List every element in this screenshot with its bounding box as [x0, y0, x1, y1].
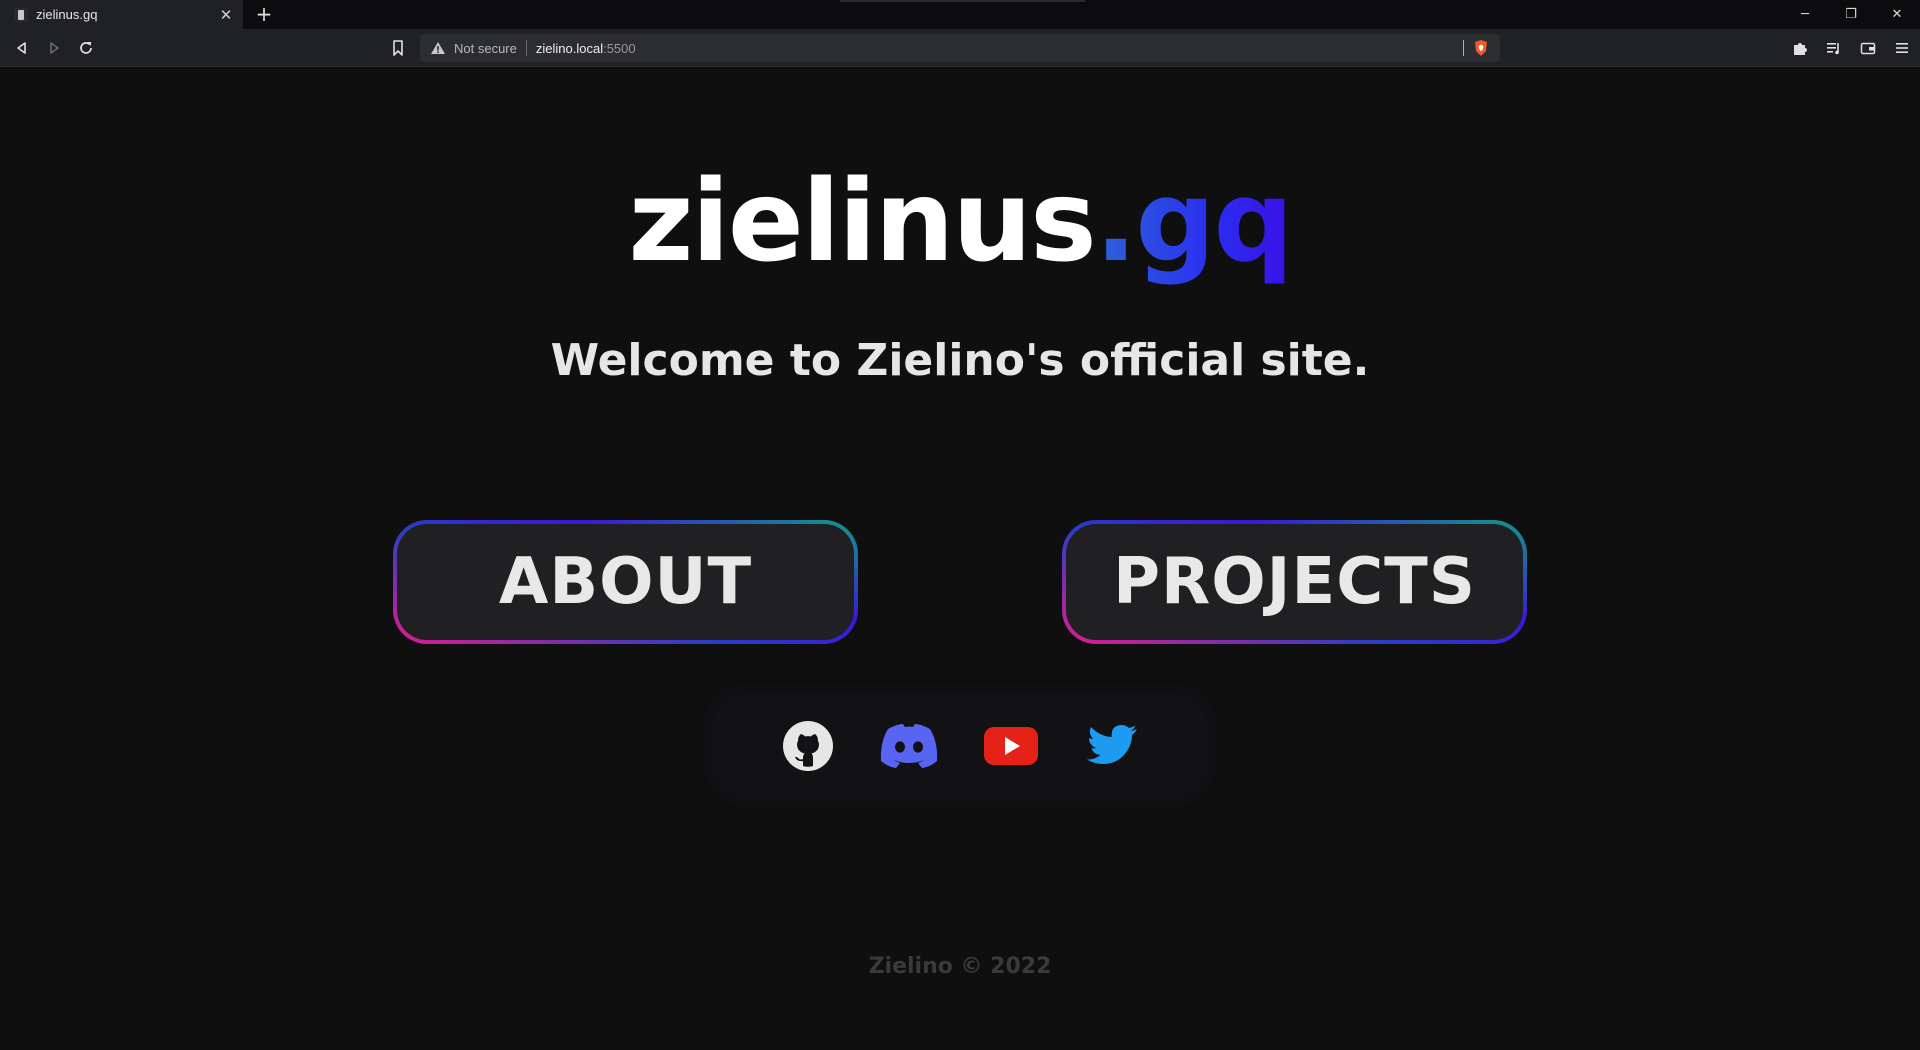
site-logo: zielinus.gq [0, 157, 1920, 287]
tab-strip: zielinus.gq ✕ + ─ ❐ ✕ [0, 0, 1920, 29]
address-bar[interactable]: Not secure zielino.local:5500 [420, 34, 1500, 62]
bookmark-icon[interactable] [388, 38, 408, 58]
discord-icon[interactable] [879, 716, 939, 776]
forward-icon[interactable] [43, 37, 65, 59]
social-links [717, 697, 1203, 795]
extensions-icon[interactable] [1790, 38, 1810, 58]
logo-main-text: zielinus [628, 157, 1096, 287]
about-button-label: ABOUT [397, 524, 854, 640]
url-separator [525, 40, 527, 56]
back-icon[interactable] [11, 37, 33, 59]
close-window-icon[interactable]: ✕ [1874, 0, 1920, 29]
new-tab-plus-icon[interactable]: + [253, 4, 275, 26]
url-port: :5500 [603, 40, 636, 56]
window-controls: ─ ❐ ✕ [1782, 0, 1920, 29]
toolbar-actions [1790, 38, 1912, 58]
footer-copyright: Zielino © 2022 [868, 954, 1052, 979]
projects-button[interactable]: PROJECTS [1062, 520, 1527, 644]
favicon-icon [14, 7, 28, 22]
restore-icon[interactable]: ❐ [1828, 0, 1874, 29]
projects-button-label: PROJECTS [1066, 524, 1523, 640]
reload-icon[interactable] [75, 37, 97, 59]
close-tab-icon[interactable]: ✕ [217, 6, 235, 24]
youtube-icon[interactable] [981, 716, 1041, 776]
playlist-icon[interactable] [1824, 38, 1844, 58]
security-label[interactable]: Not secure [454, 41, 517, 56]
brave-shields-icon[interactable] [1472, 39, 1490, 57]
page-content: zielinus.gq Welcome to Zielino's officia… [0, 67, 1920, 1050]
github-icon[interactable] [778, 716, 838, 776]
about-button[interactable]: ABOUT [393, 520, 858, 644]
logo-tld-text: .gq [1094, 157, 1294, 287]
warning-icon [431, 42, 445, 54]
twitter-icon[interactable] [1082, 716, 1142, 776]
url-divider [1463, 40, 1464, 56]
browser-toolbar: Not secure zielino.local:5500 [0, 29, 1920, 67]
url-host: zielino.local [535, 40, 604, 56]
wallet-icon[interactable] [1858, 38, 1878, 58]
tab-title: zielinus.gq [36, 7, 98, 22]
browser-tab[interactable]: zielinus.gq ✕ [0, 0, 243, 29]
tab-drag-region [840, 0, 1085, 2]
menu-icon[interactable] [1892, 38, 1912, 58]
minimize-icon[interactable]: ─ [1782, 0, 1828, 29]
welcome-heading: Welcome to Zielino's official site. [550, 335, 1370, 386]
